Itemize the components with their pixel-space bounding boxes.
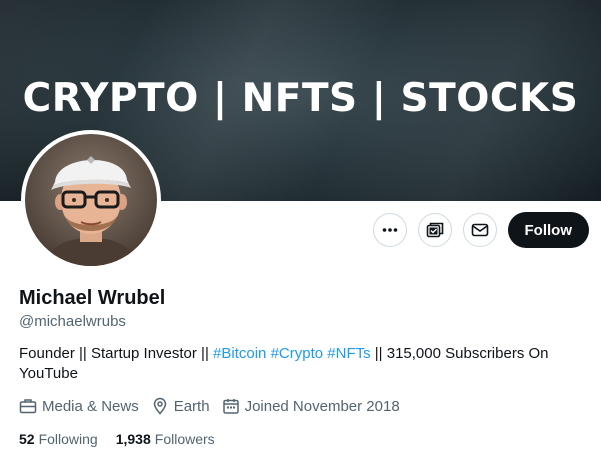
follow-button[interactable]: Follow: [507, 212, 589, 248]
followers-count: 1,938: [115, 431, 151, 447]
subscription-icon: [426, 222, 443, 238]
profile-display-name: Michael Wrubel: [19, 287, 166, 309]
subscribe-button[interactable]: [417, 213, 452, 247]
followers-label: Followers: [154, 431, 215, 447]
mail-icon: [471, 223, 488, 237]
profile-stats: 52 Following 1,938 Followers: [19, 431, 233, 447]
location-pin-icon: [153, 397, 166, 415]
following-count: 52: [19, 431, 35, 447]
message-button[interactable]: [462, 213, 497, 247]
following-link[interactable]: 52 Following: [19, 431, 98, 447]
bio-text: Founder || Startup Investor ||: [19, 345, 214, 362]
location-item: Earth: [151, 397, 210, 415]
joined-item: Joined November 2018: [222, 397, 400, 415]
category-item: Media & News: [19, 397, 139, 415]
avatar[interactable]: [21, 130, 161, 270]
joined-label: Joined November 2018: [244, 397, 400, 415]
category-label: Media & News: [42, 397, 139, 415]
banner-text: CRYPTO | NFTS | STOCKS: [22, 76, 579, 121]
briefcase-icon: [19, 399, 37, 414]
location-label: Earth: [173, 397, 210, 415]
profile-actions: Follow: [372, 212, 589, 248]
calendar-icon: [222, 399, 239, 414]
profile-handle: @michaelwrubs: [19, 313, 126, 330]
avatar-photo: [25, 134, 157, 266]
more-button[interactable]: [372, 213, 407, 247]
hashtag-link-nfts[interactable]: #NFTs: [327, 345, 370, 362]
hashtag-link-bitcoin[interactable]: #Bitcoin: [213, 345, 266, 362]
following-label: Following: [38, 431, 98, 447]
more-horizontal-icon: [382, 228, 397, 232]
profile-bio: Founder || Startup Investor || #Bitcoin …: [19, 344, 579, 384]
followers-link[interactable]: 1,938 Followers: [116, 431, 215, 447]
hashtag-link-crypto[interactable]: #Crypto: [271, 345, 324, 362]
profile-meta: Media & News Earth Joined November 2018: [19, 397, 412, 415]
